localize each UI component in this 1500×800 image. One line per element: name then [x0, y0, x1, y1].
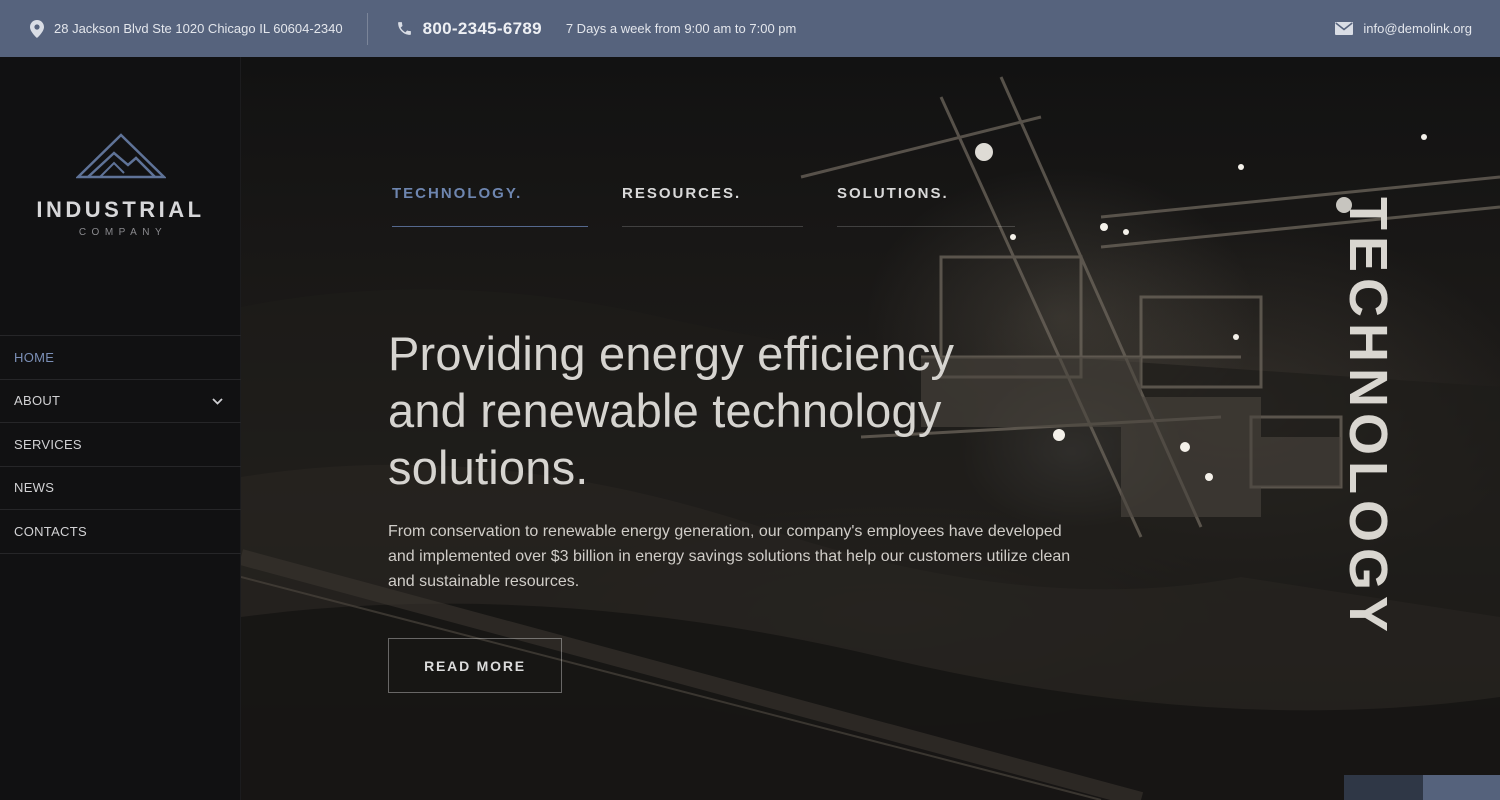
- sidebar: INDUSTRIAL COMPANY HOME ABOUT SERVICES N…: [0, 57, 241, 800]
- phone-block: 800-2345-6789 7 Days a week from 9:00 am…: [396, 19, 797, 39]
- nav-item-label: HOME: [14, 349, 55, 365]
- email-link[interactable]: info@demolink.org: [1363, 21, 1472, 36]
- chevron-down-icon[interactable]: [212, 393, 223, 408]
- nav-item-label: ABOUT: [14, 393, 61, 409]
- email-block: info@demolink.org: [1335, 21, 1472, 36]
- address-text: 28 Jackson Blvd Ste 1020 Chicago IL 6060…: [54, 21, 343, 36]
- hero-tabs: TECHNOLOGY. RESOURCES. SOLUTIONS.: [392, 185, 1015, 227]
- nav-item-label: SERVICES: [14, 436, 82, 452]
- hero-headline: Providing energy efficiency and renewabl…: [388, 327, 955, 494]
- tab-resources[interactable]: RESOURCES.: [622, 185, 803, 227]
- nav-item-label: CONTACTS: [14, 523, 87, 539]
- logo-subtitle: COMPANY: [78, 227, 168, 238]
- main-nav: HOME ABOUT SERVICES NEWS CONTACTS: [0, 335, 241, 554]
- hero-description: From conservation to renewable energy ge…: [388, 523, 1071, 590]
- tab-technology[interactable]: TECHNOLOGY.: [392, 185, 588, 227]
- slider-prev-control[interactable]: [1344, 775, 1423, 800]
- hero-slider: TECHNOLOGY. RESOURCES. SOLUTIONS. Provid…: [241, 57, 1500, 800]
- tab-solutions[interactable]: SOLUTIONS.: [837, 185, 1015, 227]
- logo[interactable]: INDUSTRIAL COMPANY: [0, 133, 241, 238]
- location-pin-icon: [30, 19, 44, 38]
- logo-title: INDUSTRIAL: [36, 197, 205, 222]
- nav-item-about[interactable]: ABOUT: [0, 380, 241, 423]
- slider-pagination: [1344, 775, 1500, 800]
- phone-number-link[interactable]: 800-2345-6789: [423, 19, 542, 39]
- nav-item-label: NEWS: [14, 480, 55, 496]
- top-bar: 28 Jackson Blvd Ste 1020 Chicago IL 6060…: [0, 0, 1500, 57]
- read-more-button[interactable]: READ MORE: [388, 638, 562, 693]
- nav-item-services[interactable]: SERVICES: [0, 423, 241, 467]
- nav-item-home[interactable]: HOME: [0, 336, 241, 380]
- nav-item-contacts[interactable]: CONTACTS: [0, 510, 241, 554]
- vertical-slide-title: TECHNOLOGY: [1338, 197, 1398, 639]
- nav-item-news[interactable]: NEWS: [0, 467, 241, 510]
- envelope-icon: [1335, 22, 1354, 35]
- phone-icon: [396, 20, 413, 37]
- mountain-logo-icon: [0, 133, 241, 179]
- address-block: 28 Jackson Blvd Ste 1020 Chicago IL 6060…: [30, 19, 343, 38]
- divider: [366, 12, 368, 45]
- slider-next-control[interactable]: [1423, 775, 1500, 800]
- business-hours: 7 Days a week from 9:00 am to 7:00 pm: [565, 21, 797, 36]
